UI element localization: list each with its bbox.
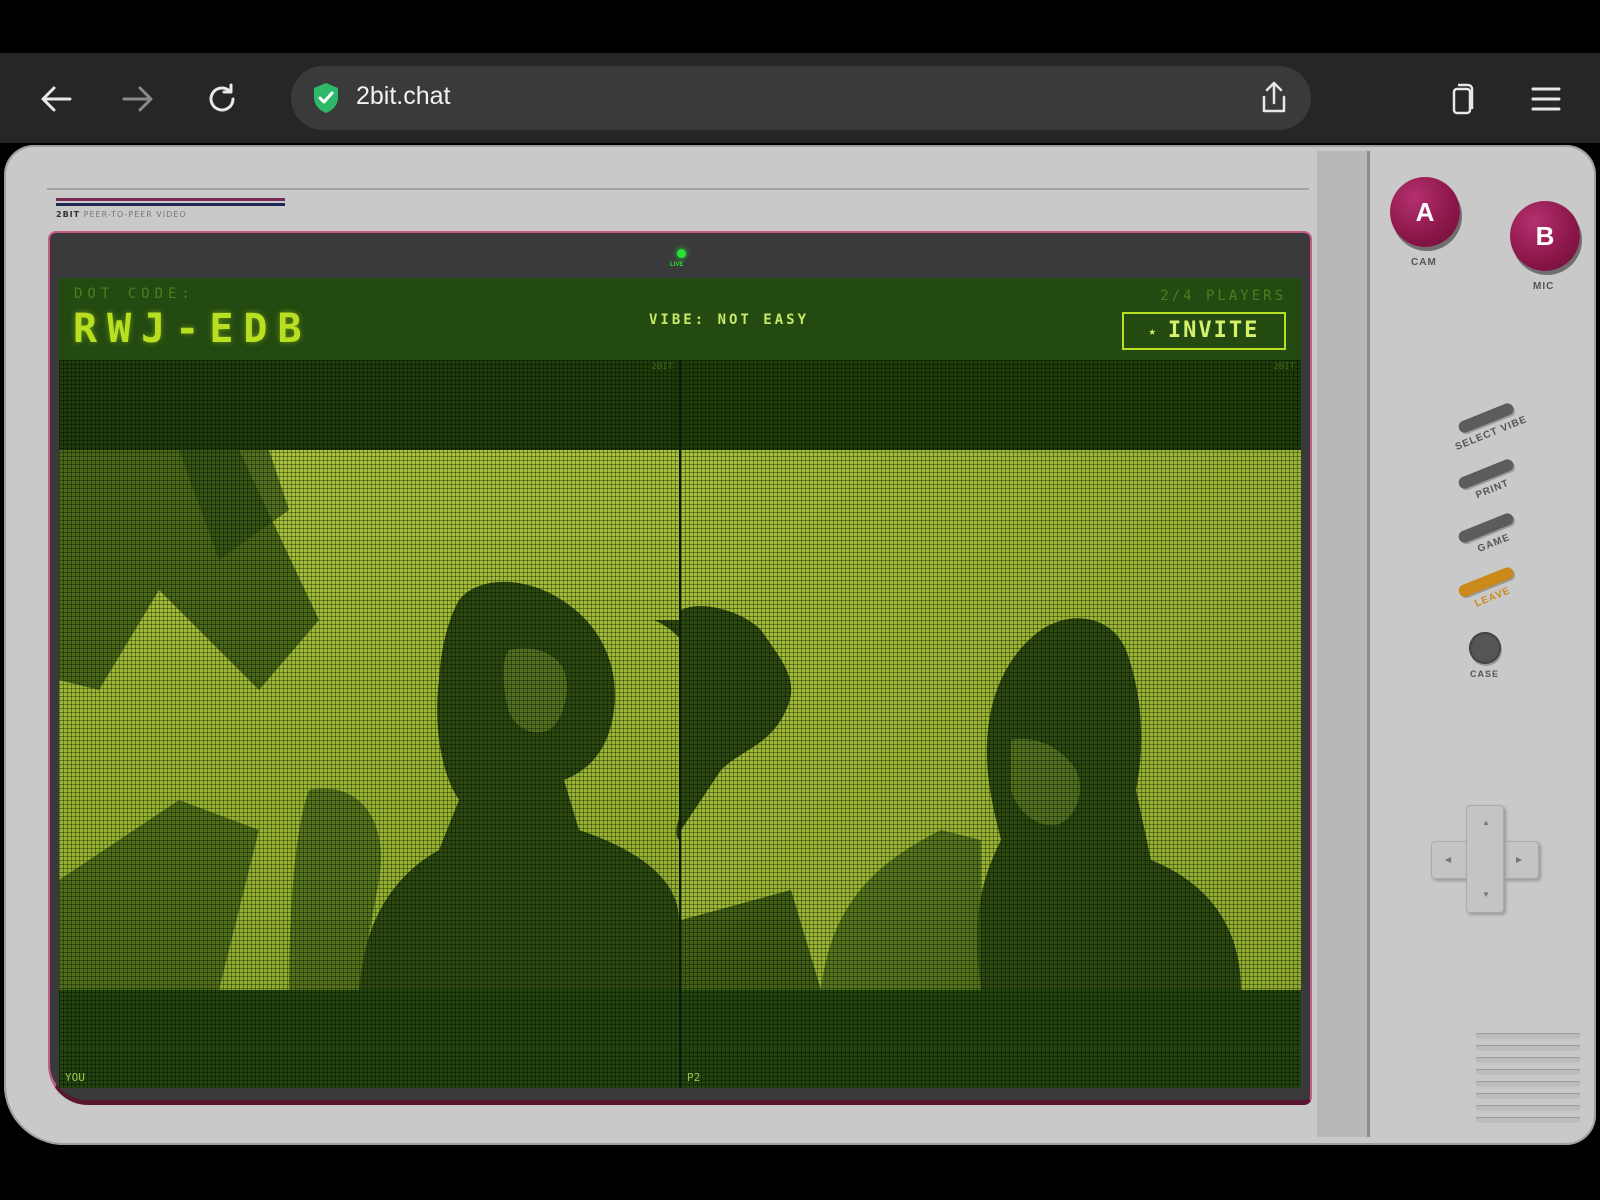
case-button[interactable] <box>1469 632 1501 664</box>
dpad-left-icon[interactable]: ◀ <box>1445 855 1451 864</box>
pixel-grid-overlay <box>681 360 1301 1088</box>
speaker-grille-line <box>1476 1033 1580 1039</box>
video-screen: DOT CODE: RWJ-EDB VIBE: NOT EASY 2/4 PLA… <box>59 278 1301 1088</box>
dot-code-label: DOT CODE: <box>74 286 195 302</box>
device-body: 2BIT PEER-TO-PEER VIDEO LIVE DOT CODE: R… <box>4 145 1596 1145</box>
brand-stripe-top <box>56 198 285 201</box>
device-top-line <box>47 188 1309 190</box>
room-hud: DOT CODE: RWJ-EDB VIBE: NOT EASY 2/4 PLA… <box>59 278 1301 361</box>
device-side-strip <box>1317 151 1370 1137</box>
reload-icon <box>209 83 235 112</box>
speaker-grille-line <box>1476 1117 1580 1123</box>
share-icon[interactable] <box>1257 80 1291 116</box>
pixel-grid-overlay <box>59 360 679 1088</box>
feed-label-p2: P2 <box>687 1071 701 1084</box>
invite-label: INVITE <box>1167 318 1260 343</box>
dpad-right-icon[interactable]: ▶ <box>1516 855 1522 864</box>
speaker-grille-line <box>1476 1081 1580 1087</box>
case-caption: CASE <box>1470 669 1500 679</box>
menu-icon[interactable] <box>1524 77 1568 121</box>
video-feed-p2[interactable]: 2BIT P2 <box>681 360 1301 1088</box>
speaker-grille-line <box>1476 1069 1580 1075</box>
feed-label-you: YOU <box>65 1071 85 1084</box>
star-icon: ★ <box>1148 324 1158 338</box>
speaker-grille-line <box>1476 1105 1580 1111</box>
mic-b-button[interactable]: B <box>1510 201 1580 271</box>
feed-tag: 2BIT <box>651 362 673 372</box>
back-button[interactable] <box>34 77 78 121</box>
speaker-grille-line <box>1476 1057 1580 1063</box>
dot-code[interactable]: RWJ-EDB <box>73 306 312 352</box>
secure-shield-icon <box>314 83 338 113</box>
reload-button[interactable] <box>200 77 244 121</box>
speaker-grille-line <box>1476 1093 1580 1099</box>
cam-caption: CAM <box>1411 257 1437 268</box>
mic-caption: MIC <box>1533 281 1555 292</box>
dpad-up-icon[interactable]: ▲ <box>1482 818 1490 827</box>
brand-stripe-bottom <box>56 203 285 206</box>
dpad-down-icon[interactable]: ▼ <box>1482 890 1490 899</box>
players-count: 2/4 PLAYERS <box>1160 288 1286 304</box>
tabs-icon[interactable] <box>1441 77 1485 121</box>
back-arrow-icon <box>41 86 72 112</box>
live-label: LIVE <box>670 262 684 268</box>
address-bar[interactable]: 2bit.chat <box>291 66 1311 130</box>
forward-button[interactable] <box>116 77 160 121</box>
cam-a-button[interactable]: A <box>1390 177 1460 247</box>
speaker-grille-line <box>1476 1045 1580 1051</box>
browser-toolbar: 2bit.chat <box>0 53 1600 143</box>
brand-tagline: PEER-TO-PEER VIDEO <box>83 210 187 219</box>
live-led <box>677 249 686 258</box>
video-feed-you[interactable]: 2BIT YOU <box>59 360 679 1088</box>
invite-button[interactable]: ★ INVITE <box>1122 312 1286 350</box>
url-text[interactable]: 2bit.chat <box>356 82 451 111</box>
screen-bezel: LIVE DOT CODE: RWJ-EDB VIBE: NOT EASY 2/… <box>48 231 1312 1105</box>
vibe-label: VIBE: NOT EASY <box>649 312 810 328</box>
brand-name: 2BIT <box>56 210 81 219</box>
brand-label: 2BIT PEER-TO-PEER VIDEO <box>56 210 187 219</box>
feed-tag: 2BIT <box>1273 362 1295 372</box>
forward-arrow-icon <box>122 86 153 112</box>
